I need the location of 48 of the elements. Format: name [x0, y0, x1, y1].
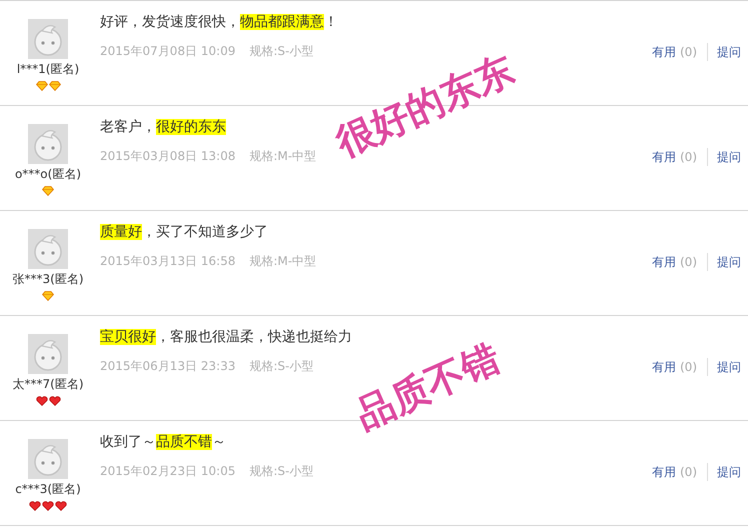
useful-count: (0)	[680, 465, 697, 479]
useful-link[interactable]: 有用	[652, 148, 676, 166]
review-date: 2015年02月23日 10:05	[100, 463, 236, 480]
avatar-icon	[28, 19, 68, 59]
username: l***1(匿名)	[16, 61, 80, 77]
useful-count: (0)	[680, 45, 697, 59]
username: 太***7(匿名)	[12, 376, 84, 392]
ask-link[interactable]: 提问	[717, 254, 741, 270]
diamond-icon	[48, 81, 60, 91]
review-text: 收到了～品质不错～	[100, 433, 227, 452]
spec-label: 规格:S-小型	[249, 463, 314, 480]
review-date: 2015年06月13日 23:33	[100, 358, 236, 375]
useful-count: (0)	[680, 360, 697, 374]
username: o***o(匿名)	[14, 166, 82, 182]
review-text: 好评，发货速度很快，物品都跟满意！	[100, 13, 339, 32]
heart-icon	[48, 396, 60, 406]
review-date: 2015年07月08日 10:09	[100, 43, 236, 60]
heart-icon	[29, 501, 41, 511]
heart-icon	[42, 501, 54, 511]
heart-icon	[55, 501, 67, 511]
useful-link[interactable]: 有用	[652, 464, 676, 480]
ask-link[interactable]: 提问	[717, 358, 741, 376]
spec-label: 规格:S-小型	[249, 43, 314, 60]
ask-link[interactable]: 提问	[717, 44, 741, 60]
review-date: 2015年03月08日 13:08	[100, 148, 236, 165]
avatar-icon	[28, 334, 68, 374]
useful-link[interactable]: 有用	[652, 254, 676, 270]
spec-label: 规格:S-小型	[249, 358, 314, 375]
diamond-icon	[42, 186, 54, 196]
useful-count: (0)	[680, 150, 697, 164]
avatar-icon	[28, 229, 68, 269]
diamond-icon	[42, 291, 54, 301]
spec-label: 规格:M-中型	[249, 148, 316, 165]
username: c***3(匿名)	[15, 481, 81, 497]
review-date: 2015年03月13日 16:58	[100, 253, 236, 270]
diamond-icon	[36, 81, 48, 91]
heart-icon	[36, 396, 48, 406]
avatar-icon	[28, 439, 68, 479]
useful-count: (0)	[680, 255, 697, 269]
ask-link[interactable]: 提问	[717, 464, 741, 480]
useful-link[interactable]: 有用	[652, 44, 676, 60]
avatar-icon	[28, 124, 68, 164]
stamp-text: 很好的东东	[328, 46, 522, 167]
review-text: 质量好，买了不知道多少了	[100, 223, 269, 242]
spec-label: 规格:M-中型	[249, 253, 316, 270]
username: 张***3(匿名)	[12, 271, 84, 287]
useful-link[interactable]: 有用	[652, 358, 676, 376]
ask-link[interactable]: 提问	[717, 148, 741, 166]
